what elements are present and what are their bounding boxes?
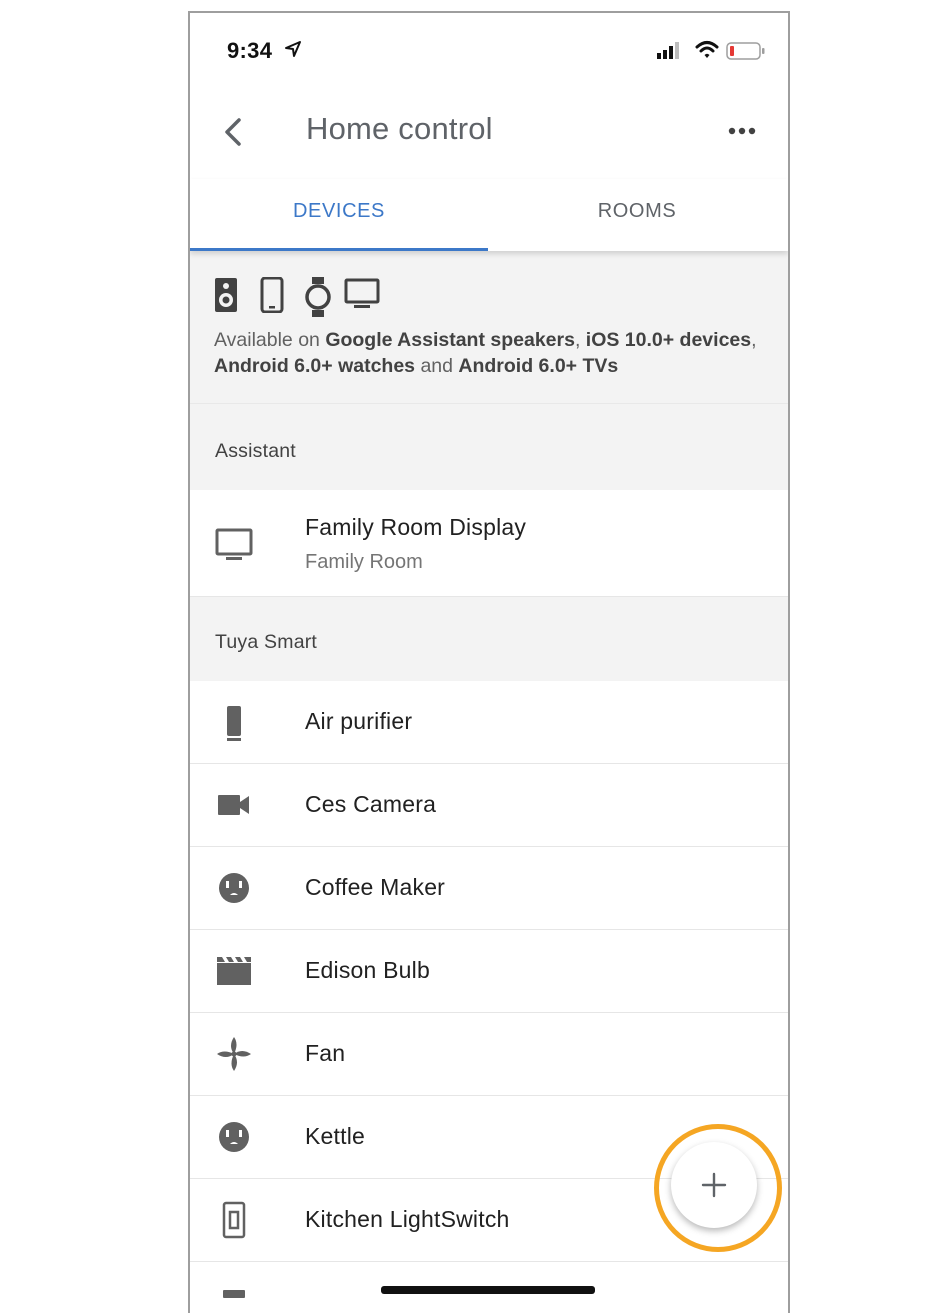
outlet-icon [219,1122,249,1152]
device-row-family-room-display[interactable]: Family Room Display Family Room [190,490,788,597]
air-purifier-icon [227,706,241,741]
location-arrow-icon [285,41,301,57]
phone-screen: 9:34 Home control DEVICES ROOMS Availabl… [188,11,790,1313]
device-row-ces-camera[interactable]: Ces Camera [190,764,788,847]
device-row-edison-bulb[interactable]: Edison Bulb [190,930,788,1013]
tv-icon [344,278,380,308]
device-row-air-purifier[interactable]: Air purifier [190,681,788,764]
device-name: Air purifier [305,708,413,734]
device-name: Kettle [305,1123,366,1149]
outlet-icon [219,873,249,903]
page-title: Home control [306,111,493,146]
tab-rooms[interactable]: ROOMS [488,179,786,251]
light-switch-icon [222,1201,246,1239]
section-header-assistant: Assistant [190,404,788,490]
home-indicator-bar [381,1286,595,1294]
device-room: Family Room [305,551,423,573]
section-header-tuya-smart: Tuya Smart [190,597,788,681]
device-name: Fan [305,1040,346,1066]
battery-icon [726,42,765,60]
tab-bar: DEVICES ROOMS [190,179,788,251]
film-icon [217,957,251,985]
device-icon [223,1290,245,1298]
speaker-icon [215,278,237,312]
device-name: Ces Camera [305,791,437,817]
section-label: Assistant [215,440,296,462]
device-name: Edison Bulb [305,957,430,983]
plus-icon [701,1172,727,1198]
app-bar: Home control [190,89,788,179]
device-row-coffee-maker[interactable]: Coffee Maker [190,847,788,930]
status-time: 9:34 [227,38,273,63]
tv-icon [215,528,253,560]
device-row-fan[interactable]: Fan [190,1013,788,1096]
device-name: Kitchen LightSwitch [305,1206,510,1232]
cellular-signal-icon [657,42,679,59]
more-options-icon[interactable] [724,117,760,145]
availability-banner: Available on Google Assistant speakers, … [190,251,788,404]
fan-icon [217,1037,251,1071]
availability-text: Available on Google Assistant speakers, … [214,329,757,377]
status-bar: 9:34 [190,13,788,89]
selected-tab-indicator [190,248,488,251]
tab-devices[interactable]: DEVICES [190,179,488,251]
phone-icon [260,277,284,313]
watch-icon [305,277,331,317]
camera-icon [218,795,249,815]
back-arrow-icon[interactable] [218,115,252,149]
device-name: Family Room Display [305,514,527,540]
wifi-icon [695,41,719,58]
section-label: Tuya Smart [215,631,318,653]
add-device-button[interactable] [671,1142,757,1228]
device-name: Coffee Maker [305,874,446,900]
